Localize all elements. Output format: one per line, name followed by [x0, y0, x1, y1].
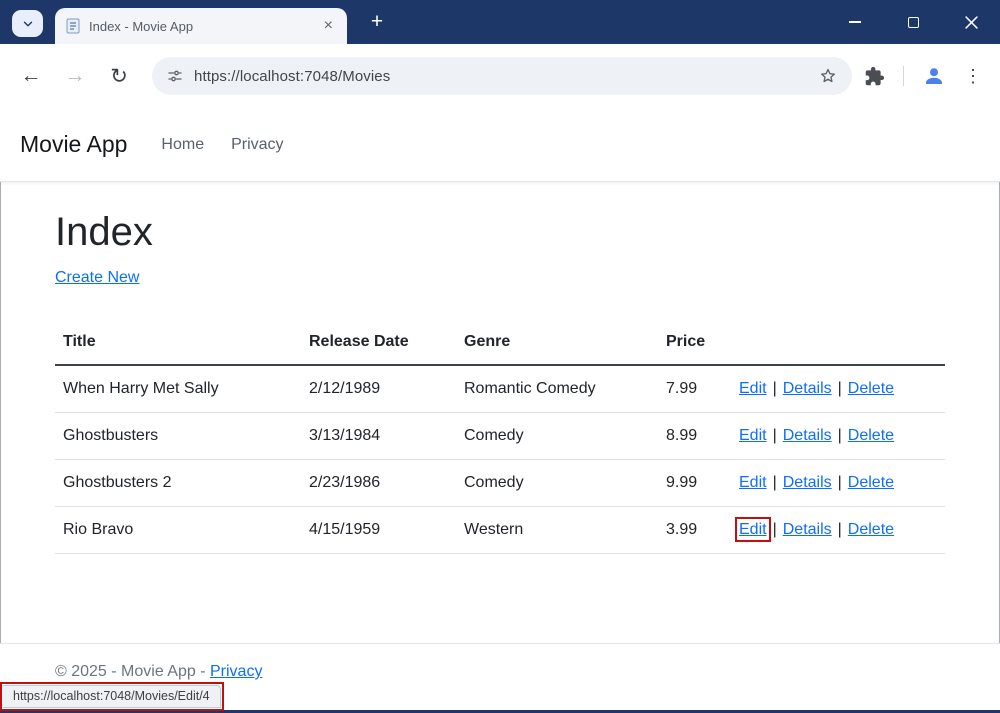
header-genre: Genre [456, 323, 658, 365]
tab-close-icon[interactable]: × [320, 16, 337, 36]
cell-actions: Edit | Details | Delete [731, 507, 945, 554]
details-link[interactable]: Details [783, 521, 832, 538]
toolbar-separator [903, 66, 904, 86]
table-row: Ghostbusters 2 2/23/1986 Comedy 9.99 Edi… [55, 460, 945, 507]
delete-link[interactable]: Delete [848, 474, 894, 491]
nav-link-privacy[interactable]: Privacy [231, 136, 283, 154]
cell-title: Rio Bravo [55, 507, 301, 554]
new-tab-button[interactable]: + [364, 9, 390, 35]
cell-title: When Harry Met Sally [55, 365, 301, 413]
create-new-link[interactable]: Create New [55, 269, 139, 286]
cell-genre: Comedy [456, 460, 658, 507]
cell-actions: Edit | Details | Delete [731, 413, 945, 460]
app-navbar: Movie App Home Privacy [0, 108, 1000, 182]
page-title: Index [55, 210, 945, 255]
details-link[interactable]: Details [783, 380, 832, 397]
action-separator: | [838, 427, 842, 444]
window-controls [826, 0, 1000, 44]
tab-favicon-icon [65, 18, 81, 34]
edit-link[interactable]: Edit [739, 521, 767, 538]
cell-price: 8.99 [658, 413, 731, 460]
profile-avatar[interactable] [922, 64, 946, 88]
browser-window: Index - Movie App × + ← → ↻ https://loca… [0, 0, 1000, 713]
movies-table: Title Release Date Genre Price When Harr… [55, 323, 945, 554]
toolbar-right: ⋮ [864, 64, 986, 88]
cell-actions: Edit | Details | Delete [731, 365, 945, 413]
cell-title: Ghostbusters 2 [55, 460, 301, 507]
nav-link-home[interactable]: Home [161, 136, 204, 154]
cell-price: 9.99 [658, 460, 731, 507]
delete-link[interactable]: Delete [848, 521, 894, 538]
close-button[interactable] [942, 0, 1000, 44]
action-separator: | [838, 380, 842, 397]
cell-release-date: 4/15/1959 [301, 507, 456, 554]
footer-copyright: © 2025 - Movie App - [55, 663, 210, 680]
cell-genre: Romantic Comedy [456, 365, 658, 413]
address-bar[interactable]: https://localhost:7048/Movies [152, 57, 852, 95]
reload-button[interactable]: ↻ [102, 59, 136, 93]
edit-link[interactable]: Edit [739, 380, 767, 397]
extensions-icon[interactable] [864, 66, 885, 87]
chevron-down-icon [21, 17, 35, 31]
minimize-button[interactable] [826, 0, 884, 44]
cell-genre: Comedy [456, 413, 658, 460]
maximize-icon [908, 17, 919, 28]
action-separator: | [773, 474, 777, 491]
details-link[interactable]: Details [783, 474, 832, 491]
status-url-annotation: https://localhost:7048/Movies/Edit/4 [0, 682, 224, 711]
back-button[interactable]: ← [14, 59, 48, 93]
cell-release-date: 3/13/1984 [301, 413, 456, 460]
close-icon [965, 16, 978, 29]
header-title: Title [55, 323, 301, 365]
action-separator: | [773, 427, 777, 444]
cell-title: Ghostbusters [55, 413, 301, 460]
details-link[interactable]: Details [783, 427, 832, 444]
cell-price: 7.99 [658, 365, 731, 413]
table-row: Rio Bravo 4/15/1959 Western 3.99 Edit | De… [55, 507, 945, 554]
browser-toolbar: ← → ↻ https://localhost:7048/Movies ⋮ [0, 44, 1000, 108]
table-row: When Harry Met Sally 2/12/1989 Romantic … [55, 365, 945, 413]
header-price: Price [658, 323, 731, 365]
browser-tab[interactable]: Index - Movie App × [55, 8, 347, 44]
site-info-icon[interactable] [166, 67, 184, 85]
browser-menu-icon[interactable]: ⋮ [964, 66, 982, 87]
delete-link[interactable]: Delete [848, 427, 894, 444]
cell-price: 3.99 [658, 507, 731, 554]
edit-link[interactable]: Edit [739, 474, 767, 491]
bookmark-star-icon[interactable] [818, 66, 838, 86]
tab-title: Index - Movie App [89, 19, 320, 34]
status-url-bubble: https://localhost:7048/Movies/Edit/4 [3, 685, 221, 708]
action-separator: | [838, 521, 842, 538]
action-separator: | [773, 521, 777, 538]
cell-genre: Western [456, 507, 658, 554]
cell-release-date: 2/23/1986 [301, 460, 456, 507]
header-actions [731, 323, 945, 365]
tab-search-button[interactable] [12, 10, 43, 37]
minimize-icon [849, 21, 861, 23]
delete-link[interactable]: Delete [848, 380, 894, 397]
table-header-row: Title Release Date Genre Price [55, 323, 945, 365]
header-release-date: Release Date [301, 323, 456, 365]
main-content: Index Create New Title Release Date Genr… [0, 182, 1000, 554]
forward-button[interactable]: → [58, 59, 92, 93]
table-row: Ghostbusters 3/13/1984 Comedy 8.99 Edit |… [55, 413, 945, 460]
cell-release-date: 2/12/1989 [301, 365, 456, 413]
brand-link[interactable]: Movie App [20, 131, 127, 158]
url-text[interactable]: https://localhost:7048/Movies [194, 68, 818, 85]
movies-table-body: When Harry Met Sally 2/12/1989 Romantic … [55, 365, 945, 554]
maximize-button[interactable] [884, 0, 942, 44]
cell-actions: Edit | Details | Delete [731, 460, 945, 507]
titlebar: Index - Movie App × + [0, 0, 1000, 44]
footer-privacy-link[interactable]: Privacy [210, 663, 262, 680]
action-separator: | [773, 380, 777, 397]
edit-link[interactable]: Edit [739, 427, 767, 444]
action-separator: | [838, 474, 842, 491]
